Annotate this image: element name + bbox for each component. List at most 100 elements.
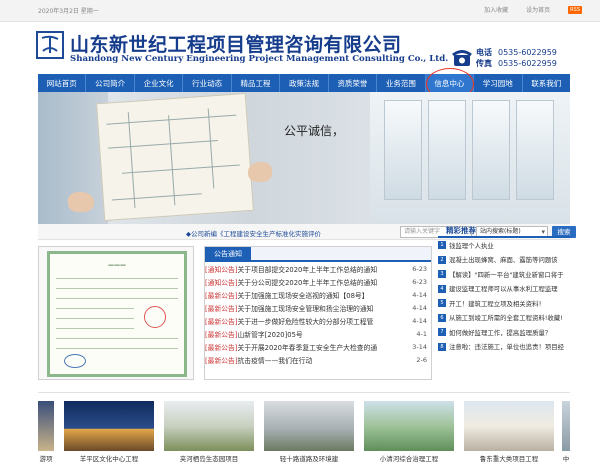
notice-title[interactable]: 抗击疫情——我们在行动 — [238, 357, 313, 365]
recommended-item[interactable]: 1 钱监理个人执业 — [438, 238, 570, 253]
certificate-title-graphic: ——— — [108, 262, 126, 269]
window-pane — [384, 100, 422, 200]
notice-tag: [最新公告] — [205, 304, 238, 313]
notice-row[interactable]: [最新公告]关于加强施工现场安全管理和扬尘治理的通知 4-14 — [205, 301, 431, 314]
project-caption[interactable]: 羊平区文化中心工程 — [64, 453, 154, 463]
item-number-badge: 1 — [438, 241, 446, 250]
project-caption[interactable]: 鲁东重大类项目工程 — [464, 453, 554, 463]
notice-title[interactable]: 关于分公司提交2020年上半年工作总结的通知 — [238, 279, 378, 287]
project-card[interactable]: 鲁东重大类项目工程 — [464, 401, 554, 463]
project-photo[interactable] — [164, 401, 254, 451]
red-seal-icon — [144, 306, 166, 328]
certificate-image: ——— — [47, 251, 187, 377]
nav-item-honors[interactable]: 资质荣誉 — [329, 74, 378, 92]
notice-row[interactable]: [最新公告]关于加强施工现场安全巡视的通知【08号】 4-14 — [205, 288, 431, 301]
project-caption[interactable]: 游项 — [38, 453, 54, 463]
recommended-link[interactable]: 注意啦：违法施工，单位也追责！项目经 — [449, 342, 564, 351]
project-card[interactable]: 羊平区文化中心工程 — [64, 401, 154, 463]
scrolling-notice-link[interactable]: ◆公司新编《工程建设安全生产标准化实施评价 — [186, 228, 321, 238]
notice-tag: [最新公告] — [205, 330, 238, 339]
notice-tag: [最新公告] — [205, 291, 238, 300]
top-links: 加入收藏 设为首页 RSS — [484, 5, 582, 14]
item-number-badge: 8 — [438, 342, 446, 351]
notice-list-header: 公告通知 — [205, 247, 431, 262]
project-caption[interactable]: 轻十路道路及环境建 — [264, 453, 354, 463]
project-card[interactable]: 游项 — [38, 401, 54, 463]
recommended-link[interactable]: 钱监理个人执业 — [449, 241, 494, 250]
add-favorite-link[interactable]: 加入收藏 — [484, 5, 508, 14]
notice-date: 6-23 — [412, 277, 427, 286]
nav-item-contact[interactable]: 联系我们 — [523, 74, 570, 92]
phone-number: 0535-6022959 — [498, 48, 557, 57]
project-photo[interactable] — [464, 401, 554, 451]
notice-row[interactable]: [最新公告]抗击疫情——我们在行动 2-6 — [205, 353, 431, 366]
nav-item-culture[interactable]: 企业文化 — [135, 74, 184, 92]
nav-item-business-scope[interactable]: 业务范围 — [377, 74, 426, 92]
notice-date: 4-14 — [412, 290, 427, 299]
recommended-item[interactable]: 6 从施工到竣工所需的全套工程资料!收藏! — [438, 311, 570, 326]
set-homepage-link[interactable]: 设为首页 — [526, 5, 550, 14]
contact-info: 电话 0535-6022959 传真 0535-6022959 — [476, 47, 557, 69]
notice-row[interactable]: [通知公告]关于分公司提交2020年上半年工作总结的通知 6-23 — [205, 275, 431, 288]
project-photo[interactable] — [64, 401, 154, 451]
notice-row[interactable]: [最新公告]关于开展2020年春季复工安全生产大检查的通 3-14 — [205, 340, 431, 353]
recommended-item[interactable]: 8 注意啦：违法施工，单位也追责！项目经 — [438, 340, 570, 355]
project-card[interactable]: 小清河综合治理工程 — [364, 401, 454, 463]
recommended-item[interactable]: 4 建设监理工程师可以从事水利工程监理 — [438, 282, 570, 297]
notice-title[interactable]: 关于加强施工现场安全巡视的通知【08号】 — [238, 292, 369, 300]
project-caption[interactable]: 小清河综合治理工程 — [364, 453, 454, 463]
recommended-header: 精彩推荐 — [438, 224, 570, 238]
project-caption[interactable]: 中 — [562, 453, 570, 463]
company-logo[interactable] — [36, 31, 64, 59]
notice-tag: [通知公告] — [205, 265, 238, 274]
notice-list-panel: 公告通知 [通知公告]关于项目部提交2020年上半年工作总结的通知 6-23 [通… — [204, 246, 432, 380]
hand-image — [68, 192, 94, 212]
site-header: 山东新世纪工程项目管理咨询有限公司 Shandong New Century E… — [0, 22, 600, 70]
rss-icon[interactable]: RSS — [568, 5, 582, 14]
fax-number: 0535-6022959 — [498, 59, 557, 68]
recommended-item[interactable]: 3 【解读】"四新一平台"建筑业新窗口将于 — [438, 267, 570, 282]
recommended-link[interactable]: 从施工到竣工所需的全套工程资料!收藏! — [449, 313, 563, 322]
logo-icon — [41, 35, 59, 53]
item-number-badge: 4 — [438, 284, 446, 293]
nav-item-about[interactable]: 公司简介 — [86, 74, 135, 92]
project-card[interactable]: 夹河栖岛生态园项目 — [164, 401, 254, 463]
project-card[interactable]: 中 — [562, 401, 570, 463]
recommended-link[interactable]: 如何做好监理工作，提高监理质量？ — [449, 328, 551, 337]
notice-title[interactable]: 关于进一步做好危险性较大的分部分项工程管 — [238, 318, 374, 326]
telephone-icon — [452, 50, 472, 66]
item-number-badge: 7 — [438, 328, 446, 337]
notice-tag: [最新公告] — [205, 356, 238, 365]
nav-item-projects[interactable]: 精品工程 — [232, 74, 281, 92]
banner-slogan: 公平诚信， — [284, 124, 345, 138]
notice-row[interactable]: [通知公告]关于项目部提交2020年上半年工作总结的通知 6-23 — [205, 262, 431, 275]
notice-tag: [通知公告] — [205, 278, 238, 287]
certificate-image-panel[interactable]: ——— — [38, 246, 194, 380]
notice-tab[interactable]: 公告通知 — [205, 247, 251, 262]
project-photo[interactable] — [264, 401, 354, 451]
nav-item-home[interactable]: 网站首页 — [38, 74, 87, 92]
notice-title[interactable]: 关于加强施工现场安全管理和扬尘治理的通知 — [238, 305, 374, 313]
notice-row[interactable]: [最新公告]山新管字[2020]05号 4-1 — [205, 327, 431, 340]
recommended-item[interactable]: 2 混凝土出现蜂窝、麻面、露筋等问题该 — [438, 253, 570, 268]
recommended-item[interactable]: 5 开工！建筑工程立项及相关资料！ — [438, 296, 570, 311]
recommended-link[interactable]: 开工！建筑工程立项及相关资料！ — [449, 299, 545, 308]
project-caption[interactable]: 夹河栖岛生态园项目 — [164, 453, 254, 463]
nav-item-info-center[interactable]: 信息中心 — [425, 74, 475, 92]
nav-item-industry-news[interactable]: 行业动态 — [183, 74, 232, 92]
recommended-link[interactable]: 混凝土出现蜂窝、麻面、露筋等问题该 — [449, 255, 558, 264]
recommended-link[interactable]: 建设监理工程师可以从事水利工程监理 — [449, 284, 558, 293]
project-card[interactable]: 轻十路道路及环境建 — [264, 401, 354, 463]
notice-title[interactable]: 关于项目部提交2020年上半年工作总结的通知 — [238, 266, 378, 274]
recommended-item[interactable]: 7 如何做好监理工作，提高监理质量？ — [438, 325, 570, 340]
project-photo[interactable] — [562, 401, 570, 451]
nav-item-regulations[interactable]: 政策法规 — [280, 74, 329, 92]
notice-title[interactable]: 山新管字[2020]05号 — [238, 331, 303, 339]
notice-title[interactable]: 关于开展2020年春季复工安全生产大检查的通 — [238, 344, 378, 352]
project-photo[interactable] — [38, 401, 54, 451]
project-photo[interactable] — [364, 401, 454, 451]
nav-item-learning[interactable]: 学习园地 — [474, 74, 523, 92]
notice-row[interactable]: [最新公告]关于进一步做好危险性较大的分部分项工程管 4-14 — [205, 314, 431, 327]
notice-date: 4-14 — [412, 316, 427, 325]
recommended-link[interactable]: 【解读】"四新一平台"建筑业新窗口将于 — [449, 270, 564, 279]
